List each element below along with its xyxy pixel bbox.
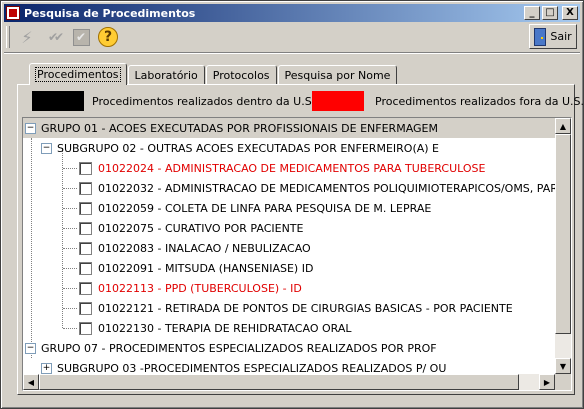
procedure-label: 01022032 - ADMINISTRACAO DE MEDICAMENTOS… (98, 181, 565, 195)
legend-outside-swatch (312, 91, 364, 111)
tree-connector (63, 268, 77, 269)
scrollbar-corner (555, 374, 571, 390)
tree-node-group-01[interactable]: − GRUPO 01 - ACOES EXECUTADAS POR PROFIS… (23, 118, 555, 138)
procedure-checkbox[interactable] (79, 181, 92, 195)
subgroup-label: SUBGRUPO 03 -PROCEDIMENTOS ESPECIALIZADO… (57, 361, 447, 375)
checkbox-tool-button[interactable]: ✔ (68, 25, 94, 49)
tab-pesquisa-por-nome[interactable]: Pesquisa por Nome (277, 65, 398, 84)
procedure-label: 01022113 - PPD (TUBERCULOSE) - ID (98, 281, 302, 295)
procedure-item[interactable]: 01022121 - RETIRADA DE PONTOS DE CIRURGI… (63, 298, 513, 318)
collapse-toggle[interactable]: − (25, 342, 36, 354)
collapse-toggle[interactable]: − (25, 122, 36, 134)
tree-connector (63, 328, 77, 329)
procedure-item[interactable]: 01022113 - PPD (TUBERCULOSE) - ID (63, 278, 302, 298)
app-icon (6, 6, 20, 20)
procedure-item[interactable]: 01022032 - ADMINISTRACAO DE MEDICAMENTOS… (63, 178, 565, 198)
checkbox-icon: ✔ (72, 28, 90, 46)
close-button[interactable]: X (562, 6, 578, 20)
tree-connector (62, 148, 63, 328)
procedure-checkbox[interactable] (79, 301, 92, 315)
help-icon: ? (98, 27, 118, 47)
procedure-tree[interactable]: − GRUPO 01 - ACOES EXECUTADAS POR PROFIS… (22, 117, 572, 391)
tree-node-group-07[interactable]: − GRUPO 07 - PROCEDIMENTOS ESPECIALIZADO… (25, 338, 437, 358)
horizontal-scroll-thumb[interactable] (39, 374, 519, 390)
procedure-checkbox[interactable] (79, 221, 92, 235)
collapse-toggle[interactable]: − (41, 142, 52, 154)
procedure-checkbox[interactable] (79, 161, 92, 175)
help-button[interactable]: ? (95, 25, 121, 49)
procedure-label: 01022024 - ADMINISTRACAO DE MEDICAMENTOS… (98, 161, 486, 175)
procedure-item[interactable]: 01022083 - INALACAO / NEBULIZACAO (63, 238, 311, 258)
procedure-label: 01022091 - MITSUDA (HANSENIASE) ID (98, 261, 314, 275)
scroll-down-button[interactable]: ▼ (555, 358, 571, 374)
procedure-checkbox[interactable] (79, 201, 92, 215)
tree-connector (63, 228, 77, 229)
toolbar-grip[interactable] (6, 26, 10, 48)
tab-protocolos[interactable]: Protocolos (205, 65, 277, 84)
subgroup-label: SUBGRUPO 02 - OUTRAS ACOES EXECUTADAS PO… (57, 141, 439, 155)
lightning-icon[interactable]: ⚡ (14, 25, 40, 49)
group-label: GRUPO 07 - PROCEDIMENTOS ESPECIALIZADOS … (41, 341, 437, 355)
procedure-item[interactable]: 01022059 - COLETA DE LINFA PARA PESQUISA… (63, 198, 432, 218)
scroll-left-button[interactable]: ◀ (23, 374, 39, 390)
tree-connector (63, 188, 77, 189)
exit-button-label: Sair (550, 30, 572, 43)
procedure-item[interactable]: 01022024 - ADMINISTRACAO DE MEDICAMENTOS… (63, 158, 486, 178)
tab-panel: Procedimentos realizados dentro da U.S. … (17, 84, 584, 395)
window-title: Pesquisa de Procedimentos (24, 6, 196, 20)
procedure-item[interactable]: 01022075 - CURATIVO POR PACIENTE (63, 218, 304, 238)
legend-inside-label: Procedimentos realizados dentro da U.S. (92, 95, 316, 108)
tab-laboratorio[interactable]: Laboratório (127, 65, 205, 84)
tree-connector (63, 208, 77, 209)
color-legend: Procedimentos realizados dentro da U.S. … (32, 91, 584, 113)
tab-strip: Procedimentos Laboratório Protocolos Pes… (29, 63, 398, 85)
horizontal-scrollbar[interactable]: ◀ ▶ (23, 374, 555, 390)
main-window: Pesquisa de Procedimentos _ □ X ⚡ ✔✔ ✔ ?… (0, 0, 584, 409)
toolbar: ⚡ ✔✔ ✔ ? Sair (4, 23, 580, 51)
procedure-label: 01022130 - TERAPIA DE REHIDRATACAO ORAL (98, 321, 352, 335)
vertical-scrollbar[interactable]: ▲ ▼ (555, 118, 571, 374)
procedure-label: 01022075 - CURATIVO POR PACIENTE (98, 221, 304, 235)
tree-connector (63, 168, 77, 169)
scroll-right-button[interactable]: ▶ (539, 374, 555, 390)
title-bar[interactable]: Pesquisa de Procedimentos _ □ X (4, 4, 580, 22)
minimize-button[interactable]: _ (524, 6, 540, 20)
tree-connector (63, 288, 77, 289)
scroll-up-button[interactable]: ▲ (555, 118, 571, 134)
procedure-item[interactable]: 01022091 - MITSUDA (HANSENIASE) ID (63, 258, 314, 278)
exit-button[interactable]: Sair (529, 24, 577, 49)
procedure-checkbox[interactable] (79, 261, 92, 275)
legend-outside-label: Procedimentos realizados fora da U.S. (375, 95, 584, 108)
procedure-checkbox[interactable] (79, 321, 92, 335)
tree-connector (63, 248, 77, 249)
expand-toggle[interactable]: + (41, 362, 52, 374)
procedure-item[interactable]: 01022130 - TERAPIA DE REHIDRATACAO ORAL (63, 318, 352, 338)
tab-procedimentos[interactable]: Procedimentos (29, 63, 127, 85)
tree-connector (63, 308, 77, 309)
door-icon (534, 27, 547, 46)
maximize-button[interactable]: □ (542, 6, 558, 20)
tree-node-subgroup-02[interactable]: − SUBGRUPO 02 - OUTRAS ACOES EXECUTADAS … (41, 138, 439, 158)
toolbar-divider (4, 52, 580, 54)
tree-connector (31, 138, 32, 358)
group-label: GRUPO 01 - ACOES EXECUTADAS POR PROFISSI… (41, 121, 438, 135)
procedure-label: 01022121 - RETIRADA DE PONTOS DE CIRURGI… (98, 301, 513, 315)
procedure-checkbox[interactable] (79, 241, 92, 255)
procedure-label: 01022059 - COLETA DE LINFA PARA PESQUISA… (98, 201, 432, 215)
procedure-label: 01022083 - INALACAO / NEBULIZACAO (98, 241, 311, 255)
legend-inside-swatch (32, 91, 84, 111)
double-check-icon[interactable]: ✔✔ (41, 25, 67, 49)
procedure-checkbox[interactable] (79, 281, 92, 295)
vertical-scroll-thumb[interactable] (555, 134, 571, 334)
